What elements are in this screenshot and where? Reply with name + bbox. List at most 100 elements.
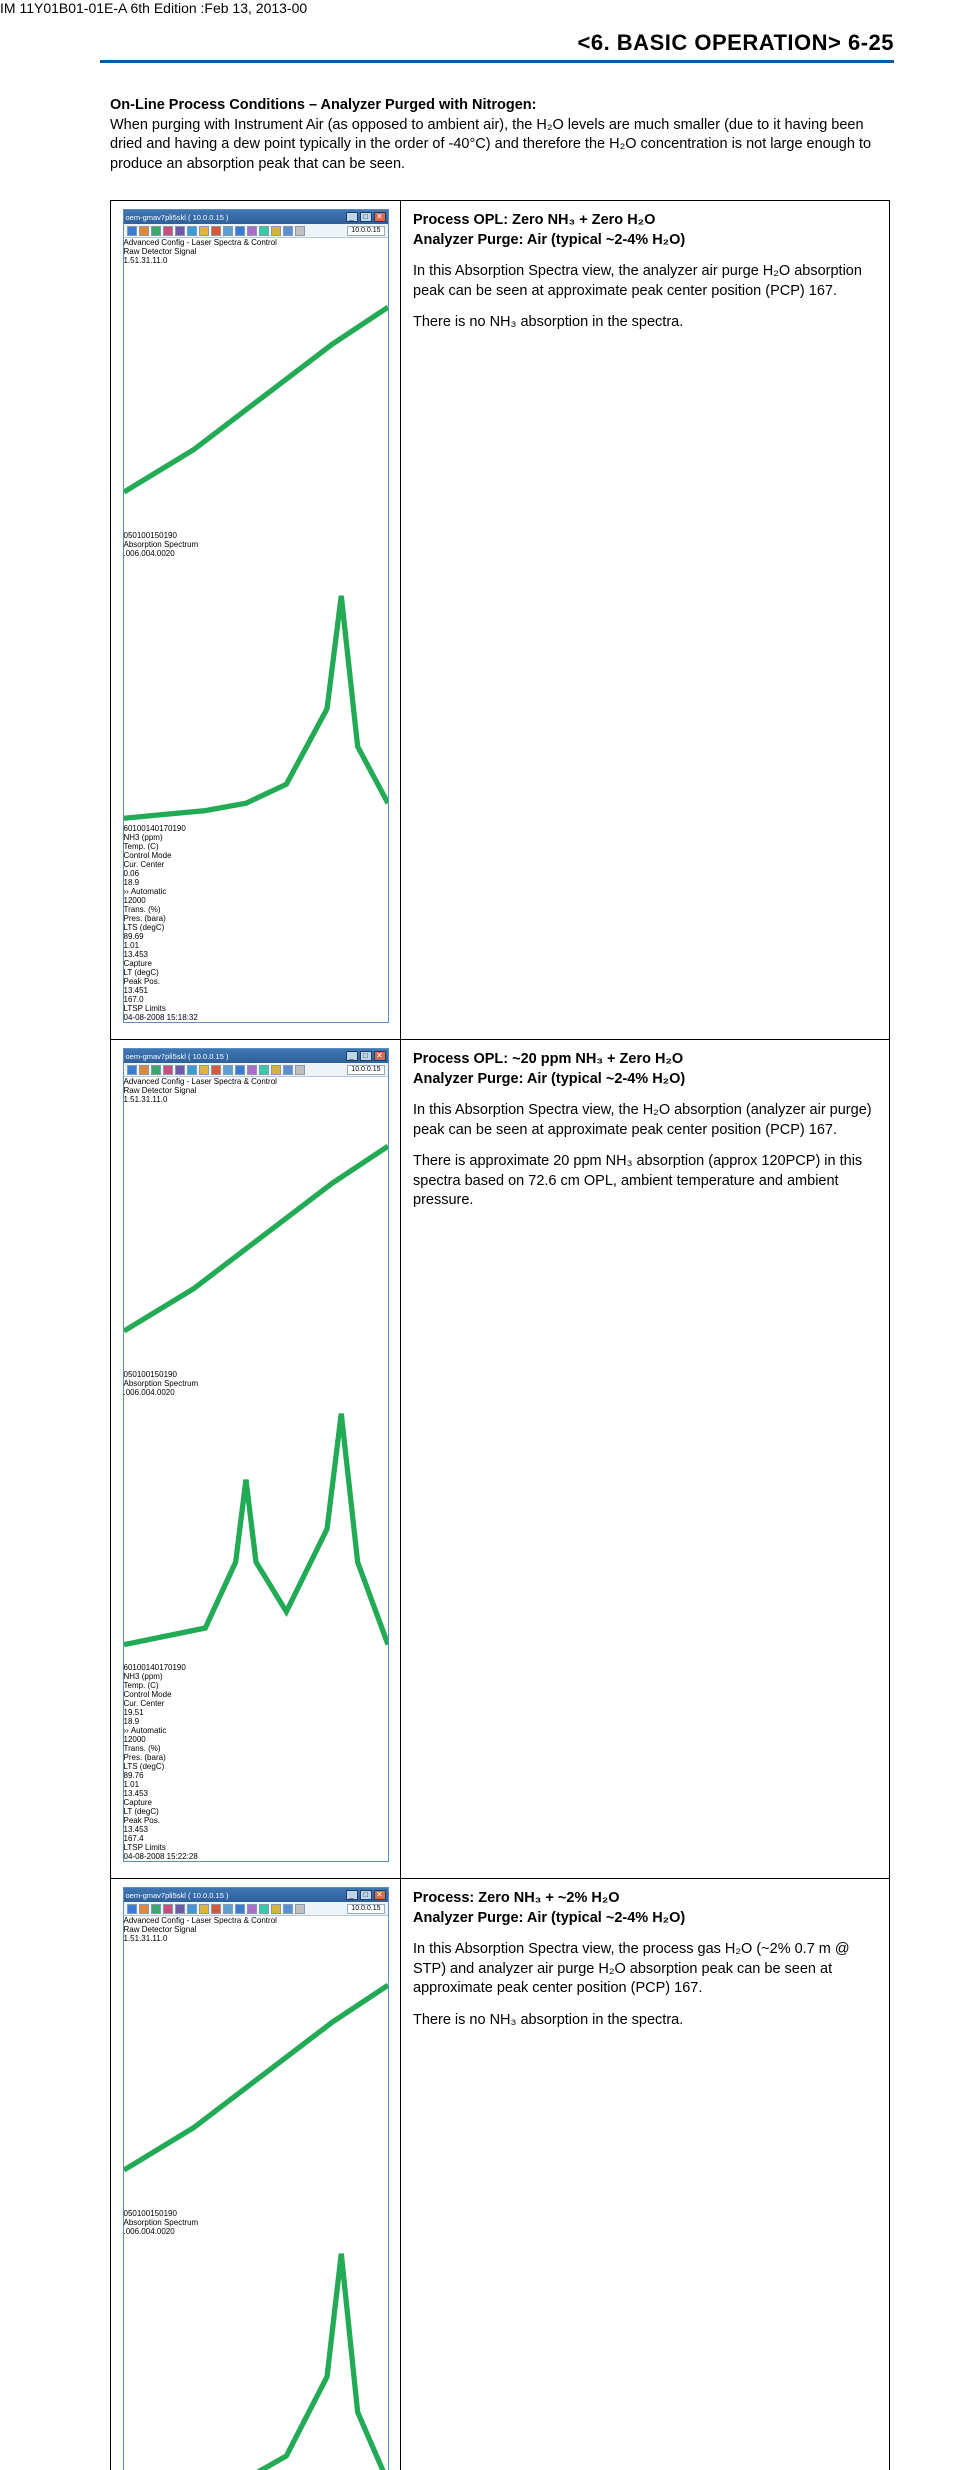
toolbar-icon[interactable]: [223, 1065, 233, 1075]
app-window: oem-gmav7pli5skl ( 10.0.0.15 ) _ □ ✕ 10.…: [123, 1887, 389, 2470]
screenshot-cell: oem-gmav7pli5skl ( 10.0.0.15 ) _ □ ✕ 10.…: [111, 1879, 401, 2470]
ltsp-limits-button[interactable]: LTSP Limits: [124, 1004, 388, 1013]
toolbar-icon[interactable]: [139, 226, 149, 236]
toolbar-icon[interactable]: [235, 1904, 245, 1914]
toolbar: 10.0.0.15: [124, 1902, 388, 1916]
maximize-button[interactable]: □: [360, 212, 372, 222]
toolbar-icon[interactable]: [295, 1904, 305, 1914]
toolbar-icon[interactable]: [283, 226, 293, 236]
toolbar-icon[interactable]: [247, 1065, 257, 1075]
label-temp: Temp. (C): [124, 842, 388, 851]
ip-address-box[interactable]: 10.0.0.15: [347, 1065, 384, 1075]
toolbar-icon[interactable]: [271, 1065, 281, 1075]
label-center: Cur. Center: [124, 860, 388, 869]
toolbar-icon[interactable]: [211, 226, 221, 236]
toolbar-icon[interactable]: [223, 1904, 233, 1914]
timestamp-text: 04-08-2008 15:22:28: [124, 1852, 388, 1861]
description-cell: Process OPL: ~20 ppm NH₃ + Zero H₂O Anal…: [401, 1040, 889, 1878]
maximize-button[interactable]: □: [360, 1890, 372, 1900]
capture-button[interactable]: Capture: [124, 959, 388, 968]
toolbar-icon[interactable]: [139, 1065, 149, 1075]
label-lt: LT (degC): [124, 1807, 388, 1816]
toolbar-icon[interactable]: [235, 226, 245, 236]
minimize-button[interactable]: _: [346, 212, 358, 222]
desc-heading-1: Process OPL: ~20 ppm NH₃ + Zero H₂O: [413, 1050, 877, 1070]
toolbar-icon[interactable]: [247, 1904, 257, 1914]
toolbar-icon[interactable]: [175, 1065, 185, 1075]
toolbar-icon[interactable]: [247, 226, 257, 236]
desc-para-1: In this Absorption Spectra view, the H₂O…: [413, 1101, 877, 1140]
close-button[interactable]: ✕: [374, 1890, 386, 1900]
toolbar-icon[interactable]: [163, 1065, 173, 1075]
label-lt: LT (degC): [124, 968, 388, 977]
raw-detector-chart: Raw Detector Signal 1.51.31.11.0 0501001…: [124, 1925, 388, 2218]
desc-para-2: There is approximate 20 ppm NH₃ absorpti…: [413, 1152, 877, 1211]
toolbar-icon[interactable]: [223, 226, 233, 236]
toolbar-icon[interactable]: [163, 1904, 173, 1914]
toolbar-icon[interactable]: [199, 1065, 209, 1075]
toolbar-icon[interactable]: [127, 226, 137, 236]
minimize-button[interactable]: _: [346, 1051, 358, 1061]
toolbar-icon[interactable]: [259, 1904, 269, 1914]
value-mode[interactable]: Automatic: [131, 887, 388, 896]
toolbar-icon[interactable]: [295, 1065, 305, 1075]
toolbar-icon[interactable]: [151, 1904, 161, 1914]
app-window: oem-gmav7pli5skl ( 10.0.0.15 ) _ □ ✕ 10.…: [123, 209, 389, 1023]
toolbar-icon[interactable]: [187, 1904, 197, 1914]
toolbar-icon[interactable]: [199, 1904, 209, 1914]
toolbar-icon[interactable]: [271, 226, 281, 236]
titlebar: oem-gmav7pli5skl ( 10.0.0.15 ) _ □ ✕: [124, 1888, 388, 1902]
toolbar-icon[interactable]: [235, 1065, 245, 1075]
label-temp: Temp. (C): [124, 1681, 388, 1690]
toolbar-icon[interactable]: [175, 1904, 185, 1914]
toolbar-icon[interactable]: [139, 1904, 149, 1914]
intro-block: On-Line Process Conditions – Analyzer Pu…: [110, 96, 894, 174]
window-subtitle: Advanced Config - Laser Spectra & Contro…: [124, 238, 388, 247]
chart-plot: 1.51.31.11.0 050100150190: [124, 1934, 388, 2218]
close-button[interactable]: ✕: [374, 1051, 386, 1061]
desc-para-1: In this Absorption Spectra view, the ana…: [413, 262, 877, 301]
maximize-button[interactable]: □: [360, 1051, 372, 1061]
window-title: oem-gmav7pli5skl ( 10.0.0.15 ): [126, 1891, 229, 1900]
toolbar-icon[interactable]: [187, 226, 197, 236]
description-cell: Process OPL: Zero NH₃ + Zero H₂O Analyze…: [401, 201, 889, 1039]
toolbar-icon[interactable]: [187, 1065, 197, 1075]
capture-button[interactable]: Capture: [124, 1798, 388, 1807]
value-mode[interactable]: Automatic: [131, 1726, 388, 1735]
value-temp: 18.9: [124, 1717, 388, 1726]
toolbar-icon[interactable]: [259, 1065, 269, 1075]
toolbar-icon[interactable]: [211, 1065, 221, 1075]
toolbar-icon[interactable]: [199, 226, 209, 236]
toolbar-icon[interactable]: [151, 1065, 161, 1075]
toolbar-icon[interactable]: [127, 1904, 137, 1914]
desc-para-1: In this Absorption Spectra view, the pro…: [413, 1940, 877, 1999]
footer-text: IM 11Y01B01-01E-A 6th Edition :Feb 13, 2…: [0, 0, 307, 16]
absorption-spectrum-chart: Absorption Spectrum .006.004.0020 601001…: [124, 540, 388, 833]
ltsp-limits-button[interactable]: LTSP Limits: [124, 1843, 388, 1852]
minimize-button[interactable]: _: [346, 1890, 358, 1900]
chart-label: Raw Detector Signal: [124, 1925, 388, 1934]
toolbar-icon[interactable]: [283, 1065, 293, 1075]
value-nh3: 0.06: [124, 869, 388, 878]
toolbar-icon[interactable]: [211, 1904, 221, 1914]
toolbar-icon[interactable]: [283, 1904, 293, 1914]
toolbar-icon[interactable]: [271, 1904, 281, 1914]
toolbar-icon[interactable]: [163, 226, 173, 236]
readouts-grid: NH3 (ppm) Temp. (C) Control Mode Cur. Ce…: [124, 1672, 388, 1861]
ip-address-box[interactable]: 10.0.0.15: [347, 1904, 384, 1914]
toolbar-icon[interactable]: [127, 1065, 137, 1075]
value-peak: 167.4: [124, 1834, 388, 1843]
toolbar-icon[interactable]: [175, 226, 185, 236]
label-lts: LTS (degC): [124, 923, 388, 932]
desc-para-2: There is no NH₃ absorption in the spectr…: [413, 2011, 877, 2031]
toolbar-icon[interactable]: [151, 226, 161, 236]
toolbar-icon[interactable]: [259, 226, 269, 236]
value-lts: 13.453: [124, 950, 388, 959]
toolbar-icon[interactable]: [295, 226, 305, 236]
close-button[interactable]: ✕: [374, 212, 386, 222]
window-title: oem-gmav7pli5skl ( 10.0.0.15 ): [126, 1052, 229, 1061]
value-lt: 13.451: [124, 986, 388, 995]
chart-plot: .006.004.0020 60100140170190: [124, 2227, 388, 2470]
desc-heading-1: Process OPL: Zero NH₃ + Zero H₂O: [413, 211, 877, 231]
ip-address-box[interactable]: 10.0.0.15: [347, 226, 384, 236]
